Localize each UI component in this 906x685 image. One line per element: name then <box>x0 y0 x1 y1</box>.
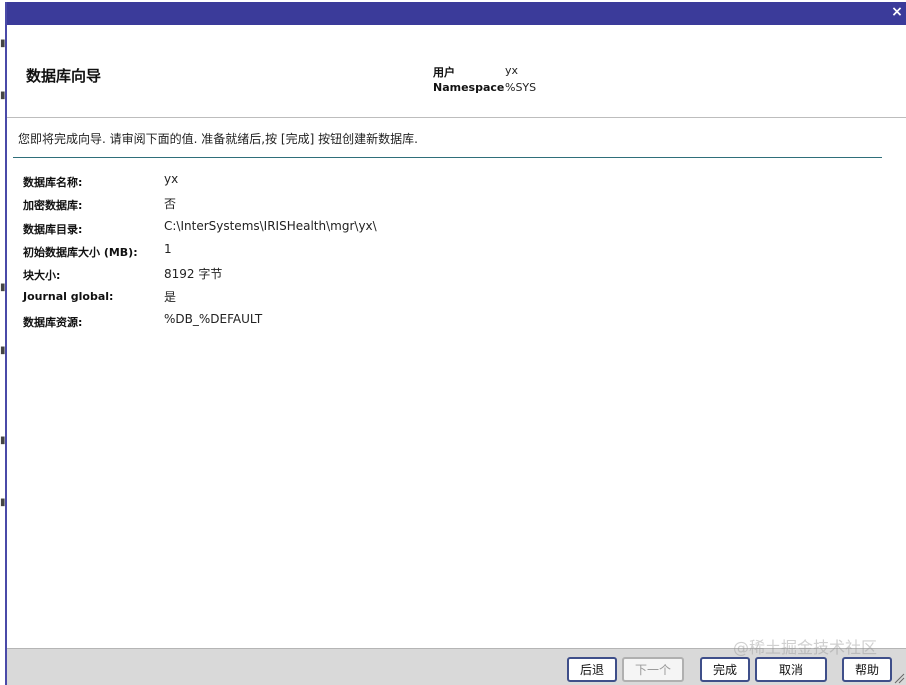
close-icon[interactable]: × <box>890 4 904 20</box>
button-bar: 后退 下一个 完成 取消 帮助 <box>7 648 906 685</box>
help-button[interactable]: 帮助 <box>842 657 892 682</box>
intro-text: 您即将完成向导. 请审阅下面的值. 准备就绪后,按 [完成] 按钮创建新数据库. <box>18 132 418 146</box>
summary-label: 加密数据库: <box>23 199 83 213</box>
summary-value: 1 <box>164 241 172 256</box>
wizard-header: 数据库向导 用户 yx Namespace %SYS <box>7 25 906 118</box>
summary-label: 数据库名称: <box>23 176 83 189</box>
summary-value: %DB_%DEFAULT <box>164 311 263 326</box>
resize-grip-icon[interactable] <box>894 673 905 684</box>
page-title: 数据库向导 <box>26 67 102 85</box>
summary-label: 块大小: <box>23 269 61 283</box>
summary-value: 是 <box>164 290 177 305</box>
namespace-value: %SYS <box>505 81 537 94</box>
summary-label: 数据库目录: <box>23 222 83 236</box>
summary-label: 初始数据库大小 (MB): <box>23 245 138 259</box>
divider <box>13 157 882 158</box>
summary-value: yx <box>164 172 179 186</box>
user-value: yx <box>505 64 519 77</box>
summary-value: C:\InterSystems\IRISHealth\mgr\yx\ <box>164 218 377 233</box>
user-label: 用户 <box>433 66 455 79</box>
namespace-label: Namespace <box>433 81 505 94</box>
next-button[interactable]: 下一个 <box>622 657 684 682</box>
dialog-titlebar: × <box>7 2 906 25</box>
summary-label: Journal global: <box>23 290 114 304</box>
summary-value: 否 <box>164 197 177 212</box>
summary-label: 数据库资源: <box>23 315 83 329</box>
back-button[interactable]: 后退 <box>567 657 617 682</box>
finish-button[interactable]: 完成 <box>700 657 750 682</box>
database-wizard-dialog: × 数据库向导 用户 yx Namespace %SYS 您即将完成向导. 请审… <box>5 2 906 685</box>
cancel-button[interactable]: 取消 <box>755 657 827 682</box>
summary-value: 8192 字节 <box>164 267 223 282</box>
